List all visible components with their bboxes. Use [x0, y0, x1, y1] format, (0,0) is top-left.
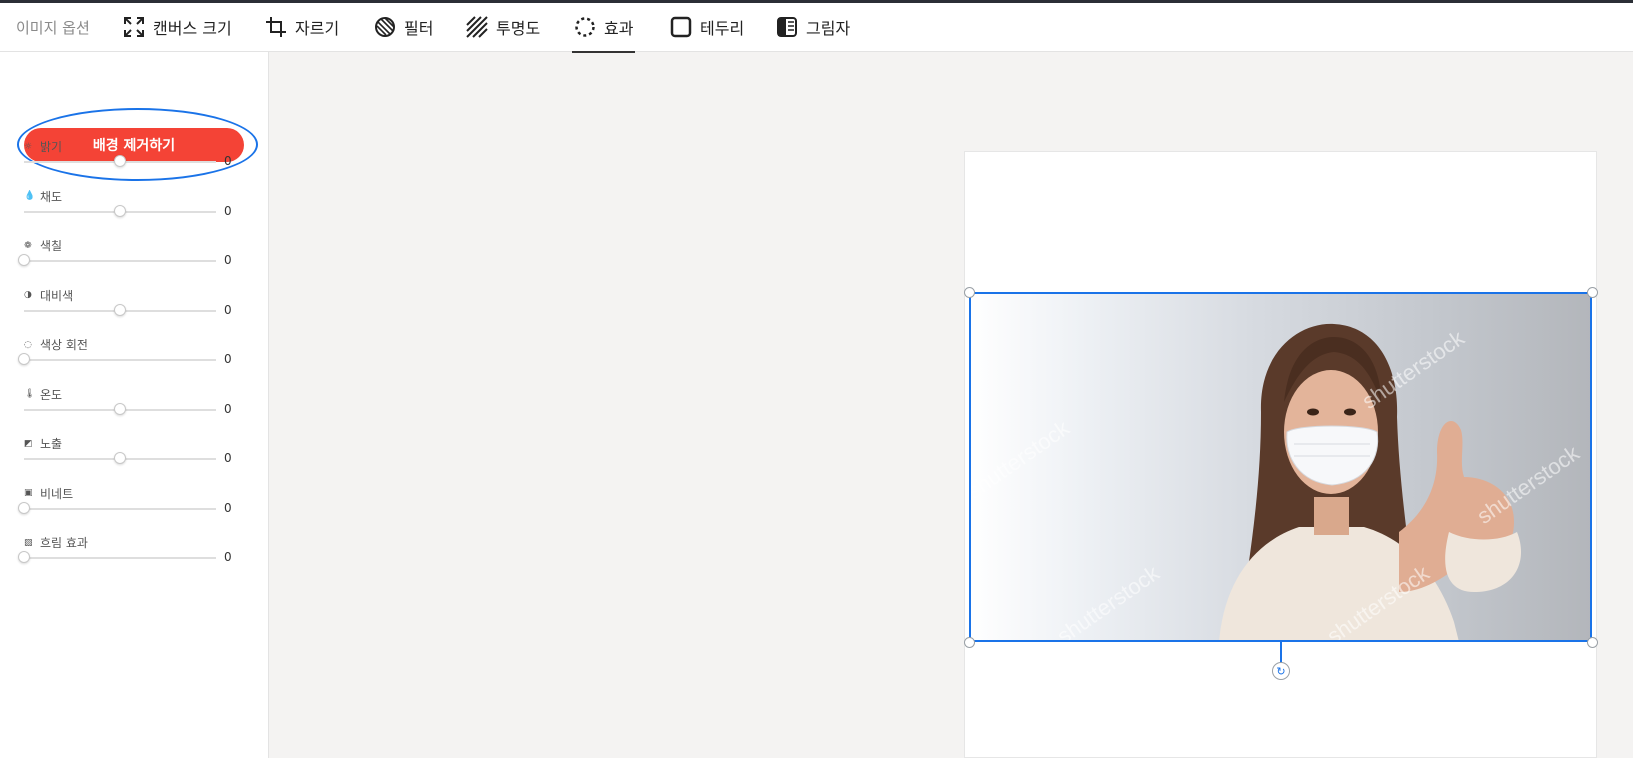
adjustment-label-text: 노출 [40, 437, 63, 451]
adjustment-hue-rotate: ◌ 색상 회전 0 [0, 336, 268, 384]
tool-transparency[interactable]: 투명도 [466, 13, 540, 41]
adjustment-label-text: 온도 [40, 387, 63, 402]
slider-thumb[interactable] [18, 501, 30, 514]
effects-sidebar: 배경 제거하기 ☼ 밝기 0 💧 채도 0 ❁ 색칠 0 ◑ 대비색 0 ◌ 색상 회전 0 🌡 온도 0 ◩ 노출 0… [0, 52, 269, 758]
adjustment-label-text: 채도 [40, 189, 63, 204]
adjustment-value: 0 [224, 302, 232, 317]
expand-icon [124, 17, 144, 37]
tool-filter[interactable]: 필터 [374, 13, 433, 41]
adjustment-vignette: ▣ 비네트 0 [0, 485, 268, 533]
tool-label: 테두리 [700, 19, 745, 38]
rotate-icon: ↻ [1276, 664, 1286, 678]
slider-thumb[interactable] [114, 204, 126, 217]
contrast-icon: ◑ [24, 290, 32, 300]
slider-thumb[interactable] [114, 155, 126, 167]
hue-rotate-icon: ◌ [24, 339, 32, 350]
slider-track[interactable] [24, 507, 216, 510]
transparency-icon [466, 16, 488, 38]
tool-label: 투명도 [496, 19, 541, 38]
resize-handle-top-right[interactable] [1587, 287, 1598, 298]
adjustment-label: 💧 채도 [24, 188, 62, 205]
adjustment-label-text: 비네트 [40, 486, 74, 501]
blur-icon: ▨ [24, 537, 33, 548]
resize-handle-bottom-right[interactable] [1587, 637, 1598, 648]
slider-thumb[interactable] [18, 551, 30, 563]
tool-label: 그림자 [806, 19, 851, 38]
tool-label: 캔버스 크기 [153, 19, 232, 38]
effects-icon [575, 17, 595, 37]
adjustment-exposure: ◩ 노출 0 [0, 435, 268, 483]
adjustment-blur: ▨ 흐림 효과 0 [0, 534, 268, 582]
resize-handle-top-left[interactable] [964, 287, 975, 298]
adjustment-label: ▣ 비네트 [24, 485, 73, 502]
palette-icon: ❁ [24, 240, 32, 251]
adjustment-contrast: ◑ 대비색 0 [0, 287, 268, 335]
adjustment-value: 0 [224, 451, 232, 465]
slider-thumb[interactable] [114, 402, 126, 415]
border-icon [670, 16, 692, 38]
slider-thumb[interactable] [18, 353, 30, 365]
tool-crop[interactable]: 자르기 [265, 13, 339, 41]
image-options-toolbar: 이미지 옵션 캔버스 크기 자르기 필터 투명도 효과 테두리 그림자 [0, 3, 1633, 53]
toolbar-title: 이미지 옵션 [16, 19, 90, 37]
adjustment-label: 🌡 온도 [24, 386, 62, 403]
slider-thumb[interactable] [18, 254, 30, 266]
tool-border[interactable]: 테두리 [670, 13, 744, 41]
adjustment-value: 0 [224, 203, 232, 218]
tool-effects[interactable]: 효과 [571, 13, 636, 53]
crop-icon [266, 17, 286, 37]
adjustment-label-text: 색상 회전 [40, 338, 88, 352]
tool-label: 자르기 [295, 19, 340, 38]
adjustment-label: ❁ 색칠 [24, 237, 62, 254]
shadow-icon [777, 17, 797, 37]
brightness-icon: ☼ [24, 141, 33, 152]
adjustment-saturation: 💧 채도 0 [0, 188, 268, 236]
selection-box[interactable] [969, 292, 1592, 642]
slider-track[interactable] [24, 359, 216, 361]
adjustment-value: 0 [224, 401, 232, 416]
adjustment-value: 0 [224, 500, 232, 515]
slider-track[interactable] [24, 557, 216, 559]
rotate-handle[interactable]: ↻ [1272, 662, 1290, 680]
adjustment-palette: ❁ 색칠 0 [0, 237, 268, 285]
resize-handle-bottom-left[interactable] [964, 637, 975, 648]
tool-canvas-size[interactable]: 캔버스 크기 [123, 13, 232, 41]
exposure-icon: ◩ [24, 438, 33, 449]
slider-track[interactable] [24, 260, 216, 262]
adjustment-value: 0 [224, 352, 232, 366]
tool-label: 효과 [604, 19, 634, 38]
adjustment-label-text: 색칠 [40, 239, 63, 253]
temperature-icon: 🌡 [24, 389, 36, 399]
rotate-connector [1280, 642, 1282, 664]
saturation-icon: 💧 [24, 191, 36, 201]
adjustment-temperature: 🌡 온도 0 [0, 386, 268, 434]
filter-icon [375, 17, 395, 37]
adjustment-value: 0 [224, 154, 232, 168]
adjustment-label: ▨ 흐림 효과 [24, 534, 88, 551]
vignette-icon: ▣ [24, 488, 33, 498]
adjustment-label: ◩ 노출 [24, 435, 62, 452]
adjustment-label-text: 밝기 [40, 140, 63, 154]
adjustment-label-text: 흐림 효과 [40, 536, 88, 550]
adjustment-value: 0 [224, 253, 232, 267]
adjustment-label: ◌ 색상 회전 [24, 336, 88, 353]
adjustment-value: 0 [224, 550, 232, 564]
adjustment-label: ☼ 밝기 [24, 138, 62, 155]
slider-thumb[interactable] [114, 452, 126, 464]
tool-label: 필터 [404, 19, 434, 38]
adjustment-label-text: 대비색 [40, 288, 74, 303]
tool-shadow[interactable]: 그림자 [776, 13, 850, 41]
adjustment-label: ◑ 대비색 [24, 287, 73, 304]
adjustment-brightness: ☼ 밝기 0 [0, 138, 268, 186]
slider-thumb[interactable] [114, 303, 126, 316]
